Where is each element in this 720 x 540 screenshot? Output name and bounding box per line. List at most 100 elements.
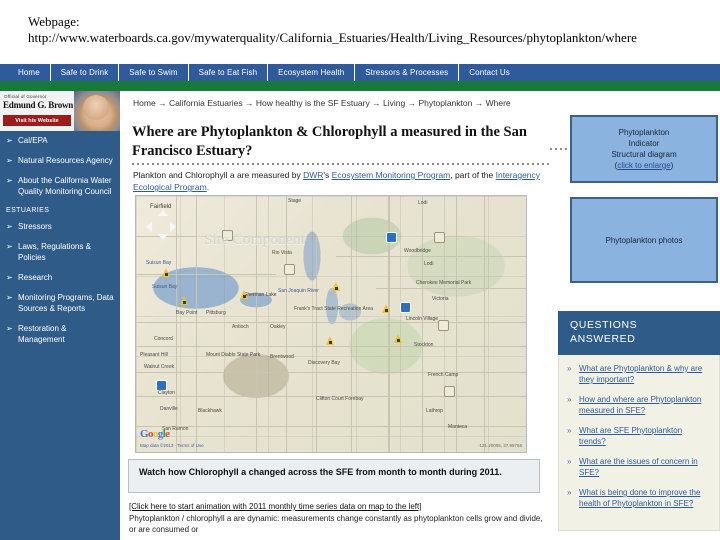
qa-item-what-are-phytoplankton[interactable]: » What are Phytoplankton & why are they … — [565, 363, 711, 385]
sidebar-item-stressors[interactable]: ➢ Stressors — [0, 221, 120, 232]
arrow-bullet-icon: ➢ — [6, 273, 13, 282]
map-place-label: Suisun Bay — [152, 284, 178, 290]
title-divider — [132, 163, 579, 165]
sidebar-item-natural-resources-agency[interactable]: ➢ Natural Resources Agency — [0, 155, 120, 166]
map-place-label: Pittsburg — [206, 310, 226, 316]
map-station-pin-icon[interactable] — [382, 304, 391, 316]
map-route-shield-icon — [434, 232, 445, 243]
pan-right-icon[interactable] — [170, 222, 176, 232]
nav-tab-safe-to-swim[interactable]: Safe to Swim — [119, 64, 189, 81]
visit-website-button[interactable]: Visit his Website — [3, 115, 71, 126]
main-content: Home → California Estuaries → How health… — [120, 91, 579, 540]
nav-tab-home[interactable]: Home — [8, 64, 51, 81]
qa-item-link[interactable]: How and where are Phytoplankton measured… — [579, 395, 701, 415]
map-station-pin-icon[interactable] — [394, 334, 403, 346]
arrow-bullet-icon: ➢ — [6, 222, 13, 231]
questions-answered-list: » What are Phytoplankton & why are they … — [558, 355, 720, 531]
qa-item-issues-of-concern[interactable]: » What are the issues of concern in SFE? — [565, 456, 711, 478]
qa-item-link[interactable]: What are SFE Phytoplankton trends? — [579, 426, 682, 446]
map-place-label: Suisun Bay — [146, 260, 172, 266]
map-station-pin-icon[interactable] — [180, 296, 189, 308]
click-to-enlarge-close-paren: ) — [670, 161, 674, 170]
google-logo-letter: e — [165, 428, 170, 440]
governor-kicker: Official of Governor — [4, 94, 47, 99]
breadcrumb-separator-icon: → — [407, 98, 417, 108]
map-terms-of-use[interactable]: Map data ©2013 · Terms of Use — [140, 443, 204, 448]
breadcrumb-california-estuaries[interactable]: California Estuaries — [169, 98, 243, 108]
sidebar-nav-list: ➢ Cal/EPA ➢ Natural Resources Agency ➢ A… — [0, 135, 120, 354]
sidebar-item-label: Stressors — [18, 222, 52, 231]
sidebar-item-research[interactable]: ➢ Research — [0, 272, 120, 283]
breadcrumb-separator-icon: → — [474, 98, 484, 108]
nav-tab-safe-to-drink[interactable]: Safe to Drink — [51, 64, 120, 81]
map-place-label: Cherokee Memorial Park — [416, 280, 472, 286]
map-place-label: Lodi — [424, 261, 434, 267]
map-place-label: Stage — [288, 198, 302, 204]
map-route-shield-icon — [284, 264, 295, 275]
breadcrumb-how-healthy[interactable]: How healthy is the SF Estuary — [256, 98, 370, 108]
page-title: Where are Phytoplankton & Chlorophyll a … — [132, 124, 527, 159]
qa-item-link[interactable]: What are Phytoplankton & why are they im… — [579, 364, 702, 384]
sidebar-item-about-council[interactable]: ➢ About the California Water Quality Mon… — [0, 175, 120, 197]
indicator-box-line-2: Indicator — [628, 139, 660, 148]
sidebar-item-label: Natural Resources Agency — [18, 156, 113, 165]
map-place-label: Clayton — [158, 390, 175, 396]
sidebar-item-label: Research — [18, 273, 53, 282]
ecosystem-monitoring-program-link[interactable]: Ecosystem Monitoring Program — [332, 170, 451, 180]
map-place-label: Concord — [154, 336, 173, 342]
sidebar-item-restoration-management[interactable]: ➢ Restoration & Management — [0, 323, 120, 345]
qa-item-sfe-trends[interactable]: » What are SFE Phytoplankton trends? — [565, 425, 711, 447]
sidebar-item-laws-regulations-policies[interactable]: ➢ Laws, Regulations & Policies — [0, 241, 120, 263]
map-station-pin-icon[interactable] — [240, 290, 249, 302]
sidebar-item-label: Cal/EPA — [18, 136, 48, 145]
sidebar-item-cal-epa[interactable]: ➢ Cal/EPA — [0, 135, 120, 146]
map-place-label: Lincoln Village — [406, 316, 439, 322]
chevron-bullet-icon: » — [567, 488, 572, 497]
nav-tab-contact-us[interactable]: Contact Us — [459, 64, 520, 81]
map-road-segment — [422, 196, 423, 452]
map-place-label: Bay Point — [176, 310, 198, 316]
nav-tab-safe-to-eat-fish[interactable]: Safe to Eat Fish — [189, 64, 269, 81]
phytoplankton-photos-box[interactable]: Phytoplankton photos — [570, 197, 718, 283]
nav-tab-stressors-processes[interactable]: Stressors & Processes — [355, 64, 460, 81]
map-place-label: Danville — [160, 406, 178, 412]
breadcrumb-separator-icon: → — [245, 98, 254, 108]
google-map-embed[interactable]: Fairfield Stage Lodi Rio Vista Woodbridge Lod… — [135, 195, 527, 453]
map-place-label: Manteca — [448, 424, 468, 430]
nav-tab-ecosystem-health[interactable]: Ecosystem Health — [268, 64, 356, 81]
governor-banner[interactable]: Official of Governor Edmund G. Brown Jr.… — [0, 91, 120, 131]
chevron-bullet-icon: » — [567, 457, 572, 466]
qa-item-how-and-where-measured[interactable]: » How and where are Phytoplankton measur… — [565, 394, 711, 416]
click-to-enlarge-link[interactable]: click to enlarge — [617, 161, 670, 170]
pan-up-icon[interactable] — [158, 210, 168, 216]
qa-item-link[interactable]: What are the issues of concern in SFE? — [579, 457, 698, 477]
breadcrumb-home[interactable]: Home — [133, 98, 156, 108]
chevron-bullet-icon: » — [567, 426, 572, 435]
breadcrumb-phytoplankton[interactable]: Phytoplankton — [418, 98, 472, 108]
map-station-pin-icon[interactable] — [162, 268, 171, 280]
qa-item-link[interactable]: What is being done to improve the health… — [579, 488, 700, 508]
qa-item-what-is-being-done[interactable]: » What is being done to improve the heal… — [565, 487, 711, 509]
map-place-label: Oakley — [270, 324, 286, 330]
arrow-bullet-icon: ➢ — [6, 136, 13, 145]
map-place-label: Clifton Court Forebay — [316, 396, 364, 402]
phytoplankton-indicator-diagram-box[interactable]: Phytoplankton Indicator Structural diagr… — [570, 115, 718, 183]
dwr-link[interactable]: DWR — [303, 170, 323, 180]
map-station-pin-icon[interactable] — [326, 336, 335, 348]
arrow-bullet-icon: ➢ — [6, 324, 13, 333]
map-pan-control[interactable] — [146, 210, 176, 240]
breadcrumb-separator-icon: → — [372, 98, 381, 108]
intro-paragraph: Plankton and Chlorophyll a are measured … — [133, 169, 548, 193]
map-place-label: Frank's Tract State Recreation Area — [294, 306, 374, 312]
map-road-segment — [176, 196, 177, 452]
arrow-bullet-icon: ➢ — [6, 176, 13, 185]
map-place-label: San Joaquin River — [278, 288, 319, 294]
sidebar-item-monitoring-programs[interactable]: ➢ Monitoring Programs, Data Sources & Re… — [0, 292, 120, 314]
breadcrumb-living[interactable]: Living — [383, 98, 405, 108]
pan-left-icon[interactable] — [146, 222, 152, 232]
map-station-pin-icon[interactable] — [332, 282, 341, 294]
pan-down-icon[interactable] — [158, 234, 168, 240]
map-road-segment — [136, 372, 526, 373]
breadcrumb-where[interactable]: Where — [486, 98, 511, 108]
start-animation-link[interactable]: [Click here to start animation with 2011… — [129, 502, 421, 511]
